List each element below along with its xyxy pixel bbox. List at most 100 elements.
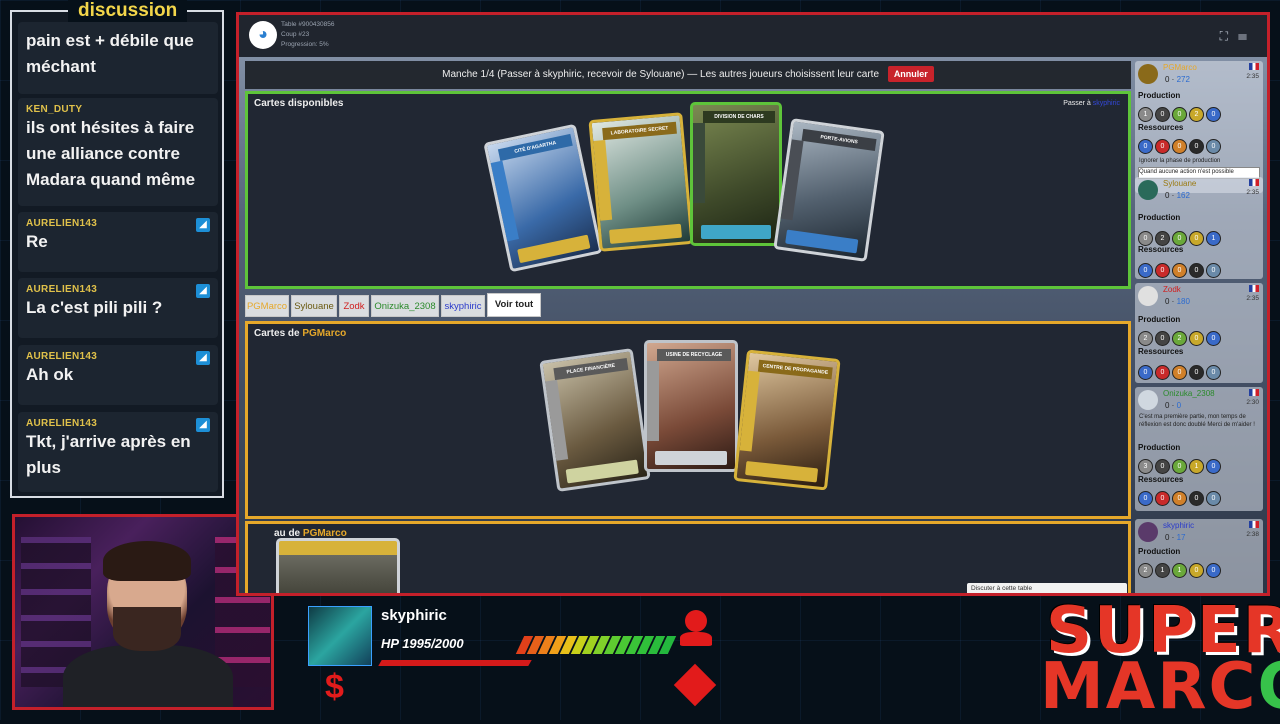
chat-username: AURELIEN143 xyxy=(26,284,98,295)
resources-label: Ressources xyxy=(1138,347,1184,356)
player-time: 2:30 xyxy=(1246,399,1259,406)
production-value: 0 xyxy=(1189,563,1204,578)
france-flag-icon xyxy=(1249,63,1259,70)
logo-marc: MARC xyxy=(1040,650,1258,724)
production-label: Production xyxy=(1138,213,1181,222)
card-cost-bar xyxy=(780,139,804,221)
pass-to-label: Passer à skyphiric xyxy=(1063,100,1120,107)
pass-target: skyphiric xyxy=(1092,100,1120,107)
available-card[interactable]: CITÉ D'AGARTHA xyxy=(483,123,603,273)
tab-pgmarco[interactable]: PGMarco xyxy=(245,295,289,317)
game-window: ◕ Table #900430856 Coup #23 Progression:… xyxy=(236,12,1270,596)
avatar xyxy=(1138,522,1158,542)
resources-row: 00000 xyxy=(1138,487,1258,506)
production-value: 0 xyxy=(1189,331,1204,346)
available-card[interactable]: PORTE-AVIONS xyxy=(773,118,885,262)
tab-voir-tout[interactable]: Voir tout xyxy=(487,293,541,317)
progression: Progression: 5% xyxy=(281,41,329,48)
production-value: 1 xyxy=(1172,563,1187,578)
card-title: CENTRE DE PROPAGANDE xyxy=(757,359,833,380)
chat-message: AURELIEN143 ◢ Re xyxy=(18,212,218,272)
built-card[interactable] xyxy=(276,538,400,593)
chat-message-text: ils ont hésites à faire une alliance con… xyxy=(26,118,196,189)
fullscreen-icon[interactable]: ⛶ xyxy=(1220,29,1238,43)
resource-value: 0 xyxy=(1206,139,1221,154)
france-flag-icon xyxy=(1249,389,1259,396)
resources-row: 00000 xyxy=(1138,259,1258,278)
hand-panel: Cartes de PGMarco PLACE FINANCIÈRE USINE… xyxy=(245,321,1131,519)
production-value: 2 xyxy=(1138,331,1153,346)
logo-o: O xyxy=(1257,650,1280,724)
tab-label: skyphiric xyxy=(444,301,482,312)
tab-zodk[interactable]: Zodk xyxy=(339,295,369,317)
chat-username: AURELIEN143 xyxy=(26,418,98,429)
bonus-value: 162 xyxy=(1176,191,1190,200)
player-time: 2:35 xyxy=(1246,73,1259,80)
france-flag-icon xyxy=(1249,179,1259,186)
hp-bar xyxy=(515,636,680,656)
tab-sylouane[interactable]: Sylouane xyxy=(291,295,337,317)
resource-value: 0 xyxy=(1189,139,1204,154)
production-value: 2 xyxy=(1138,563,1153,578)
hand-title-prefix: Cartes de xyxy=(254,328,300,339)
webcam-feed xyxy=(12,514,274,710)
resource-value: 0 xyxy=(1138,491,1153,506)
chat-message-text: pain est + débile que méchant xyxy=(26,31,194,76)
resource-value: 0 xyxy=(1155,365,1170,380)
player-sidebar: PGMarco 0 · 272 2:35 Production 10020 Re… xyxy=(1135,61,1263,593)
bonus-value: 0 xyxy=(1176,401,1182,410)
chat-message: KEN_DUTY ils ont hésites à faire une all… xyxy=(18,98,218,206)
tab-onizuka[interactable]: Onizuka_2308 xyxy=(371,295,439,317)
card-cost-bar xyxy=(693,123,705,203)
card-title: DIVISION DE CHARS xyxy=(703,111,775,123)
player-name: skyphiric xyxy=(1163,521,1195,530)
production-value: 1 xyxy=(1189,459,1204,474)
chat-panel: pain est + débile que méchant KEN_DUTY i… xyxy=(10,10,224,498)
hand-card[interactable]: CENTRE DE PROPAGANDE xyxy=(733,349,841,491)
hud-accent-line xyxy=(378,660,532,666)
streamer-hair xyxy=(103,541,191,581)
player-score: 0 · 0 xyxy=(1165,401,1182,410)
player-score: 0 · 17 xyxy=(1165,533,1186,542)
production-value: 2 xyxy=(1155,231,1170,246)
tab-skyphiric[interactable]: skyphiric xyxy=(441,295,485,317)
streamer-body xyxy=(63,645,233,707)
production-value: 2 xyxy=(1189,107,1204,122)
pass-prefix: Passer à xyxy=(1063,100,1091,107)
cancel-button[interactable]: Annuler xyxy=(887,66,934,82)
tab-label: PGMarco xyxy=(246,301,288,312)
resources-label: Ressources xyxy=(1138,123,1184,132)
player-score: 0 · 162 xyxy=(1165,191,1190,200)
production-row: 20200 xyxy=(1138,327,1258,346)
tab-label: Sylouane xyxy=(294,301,334,312)
player-panel: Sylouane 0 · 162 2:35 Production 02001 R… xyxy=(1135,177,1263,279)
player-time: 2:35 xyxy=(1246,189,1259,196)
hand-card[interactable]: PLACE FINANCIÈRE xyxy=(539,348,651,492)
dollar-icon: $ xyxy=(325,668,344,706)
available-card[interactable]: LABORATOIRE SECRET xyxy=(588,112,694,252)
bonus-value: 272 xyxy=(1176,75,1190,84)
production-value: 0 xyxy=(1138,231,1153,246)
hud-player-name: skyphiric xyxy=(381,607,447,624)
card-footer xyxy=(609,223,683,244)
site-logo-icon[interactable]: ◕ xyxy=(249,21,277,49)
menu-icon[interactable]: ☰ xyxy=(1238,29,1257,43)
avatar xyxy=(1138,64,1158,84)
badge-icon: ◢ xyxy=(196,351,210,365)
chat-username: AURELIEN143 xyxy=(26,351,98,362)
resources-row: 00000 xyxy=(1138,361,1258,380)
production-value: 0 xyxy=(1172,231,1187,246)
available-card-selected[interactable]: DIVISION DE CHARS xyxy=(690,102,782,246)
hand-card[interactable]: USINE DE RECYCLAGE xyxy=(644,340,738,472)
table-number: Table #900430856 xyxy=(281,21,335,28)
resources-label: Ressources xyxy=(1138,475,1184,484)
resource-value: 0 xyxy=(1138,365,1153,380)
chat-username: AURELIEN143 xyxy=(26,218,98,229)
production-row: 21100 xyxy=(1138,559,1258,578)
chat-message: AURELIEN143 ◢ La c'est pili pili ? xyxy=(18,278,218,338)
player-panel: skyphiric 0 · 17 2:38 Production 21100 xyxy=(1135,519,1263,593)
production-value: 0 xyxy=(1172,459,1187,474)
table-info: Table #900430856 Coup #23 Progression: 5… xyxy=(281,20,335,50)
card-footer xyxy=(785,229,859,254)
player-time: 2:35 xyxy=(1246,295,1259,302)
